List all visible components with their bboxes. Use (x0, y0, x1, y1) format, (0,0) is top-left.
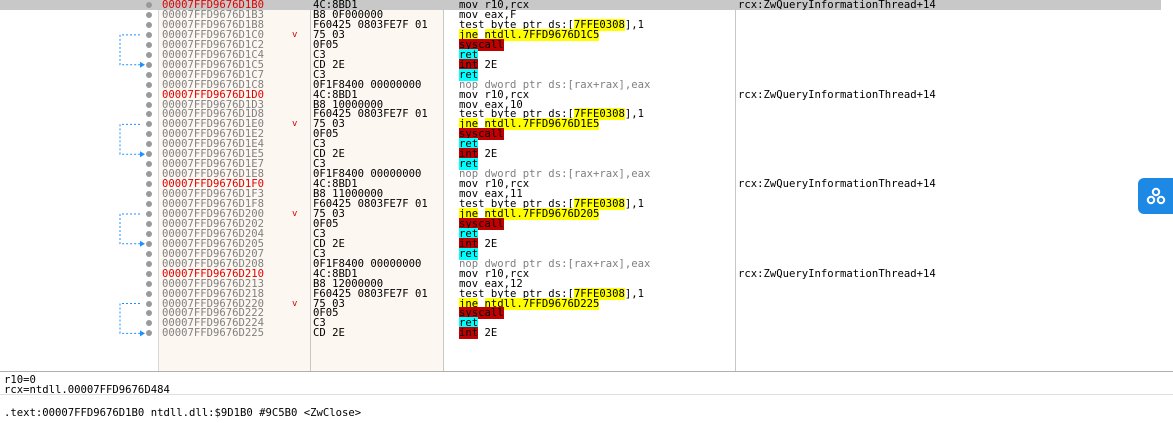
breakpoint-dot-icon[interactable] (146, 21, 152, 28)
breakpoint-dot-icon[interactable] (146, 270, 152, 277)
breakpoint-dot-icon[interactable] (146, 81, 152, 88)
instruction-address[interactable]: 00007FFD9676D225 (162, 328, 264, 339)
jump-arrow-icon: v (292, 119, 298, 130)
instruction-bytes: CD 2E (313, 327, 345, 340)
instruction-text[interactable]: int 2E (459, 327, 498, 340)
breakpoint-dot-icon[interactable] (146, 121, 152, 128)
instruction-comment: rcx:ZwQueryInformationThread+14 (738, 0, 936, 11)
breakpoint-dot-icon[interactable] (146, 111, 152, 118)
breakpoint-dot-icon[interactable] (146, 280, 152, 287)
breakpoint-dot-icon[interactable] (146, 191, 152, 198)
breakpoint-dot-icon[interactable] (146, 101, 152, 108)
breakpoint-dot-icon[interactable] (146, 220, 152, 227)
breakpoint-dot-icon[interactable] (146, 31, 152, 38)
breakpoint-dot-icon[interactable] (146, 131, 152, 138)
instruction-row[interactable]: 00007FFD9676D225 CD 2E int 2E (0, 327, 1161, 340)
jump-arrow-icon: v (292, 208, 298, 219)
instruction-comment: rcx:ZwQueryInformationThread+14 (738, 88, 936, 101)
breakpoint-dot-icon[interactable] (146, 201, 152, 207)
info-divider (0, 394, 1173, 395)
breakpoint-dot-icon[interactable] (146, 210, 152, 217)
breakpoint-dot-icon[interactable] (146, 330, 152, 337)
breakpoint-dot-icon[interactable] (146, 11, 152, 18)
mnemonic: int (459, 327, 479, 340)
tree-nodes-icon (1146, 187, 1165, 205)
breakpoint-dot-icon[interactable] (146, 161, 152, 168)
breakpoint-dot-icon[interactable] (146, 240, 152, 247)
instruction-comment: rcx:ZwQueryInformationThread+14 (738, 267, 936, 280)
operands: 2E (484, 327, 498, 340)
breakpoint-dot-icon[interactable] (146, 2, 152, 8)
jump-arrow-icon: v (292, 298, 298, 309)
info-location: .text:00007FFD9676D1B0 ntdll.dll:$9D1B0 … (4, 407, 362, 419)
breakpoint-dot-icon[interactable] (146, 171, 152, 178)
breakpoint-dot-icon[interactable] (146, 71, 152, 78)
floating-tree-button[interactable] (1138, 178, 1173, 214)
breakpoint-dot-icon[interactable] (146, 61, 152, 68)
breakpoint-dot-icon[interactable] (146, 141, 152, 148)
breakpoint-dot-icon[interactable] (146, 320, 152, 327)
breakpoint-dot-icon[interactable] (146, 260, 152, 267)
jump-arrow-icon: v (292, 29, 298, 40)
disassembly-view[interactable]: 00007FFD9676D1B0 4C:8BD1 mov r10,rcx rcx:Zw… (0, 0, 1161, 371)
breakpoint-dot-icon[interactable] (146, 230, 152, 237)
breakpoint-dot-icon[interactable] (146, 300, 152, 307)
breakpoint-dot-icon[interactable] (146, 290, 152, 297)
breakpoint-dot-icon[interactable] (146, 41, 152, 48)
breakpoint-dot-icon[interactable] (146, 51, 152, 58)
breakpoint-dot-icon[interactable] (146, 91, 152, 98)
info-panel: r10=0 rcx=ntdll.00007FFD9676D484 .text:0… (0, 371, 1173, 423)
breakpoint-dot-icon[interactable] (146, 181, 152, 188)
breakpoint-dot-icon[interactable] (146, 151, 152, 158)
breakpoint-dot-icon[interactable] (146, 250, 152, 257)
instruction-comment: rcx:ZwQueryInformationThread+14 (738, 178, 936, 191)
breakpoint-dot-icon[interactable] (146, 310, 152, 317)
